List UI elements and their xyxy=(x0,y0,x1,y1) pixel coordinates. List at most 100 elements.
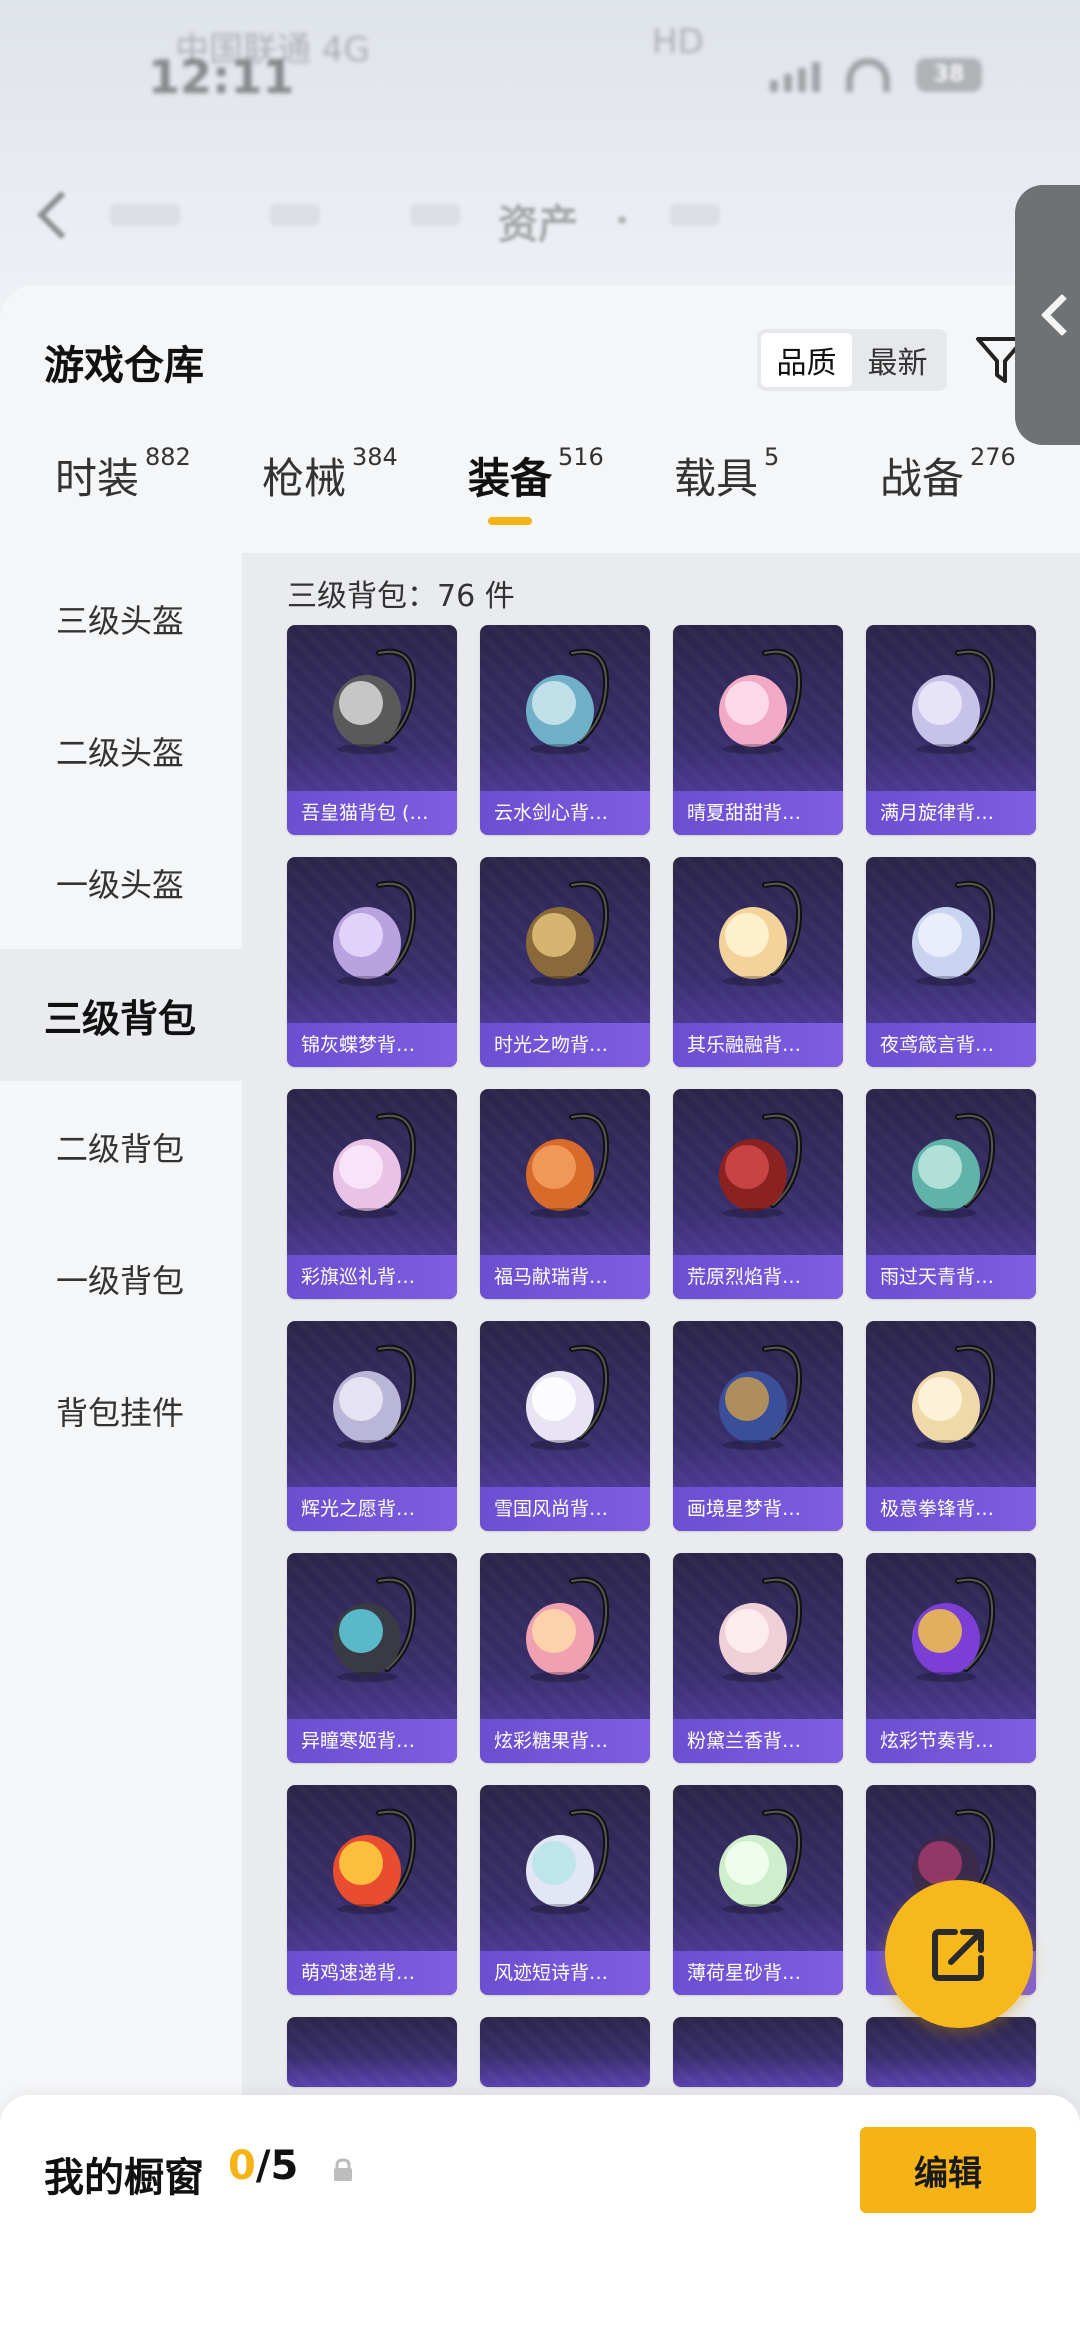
item-card[interactable]: 雪国风尚背… xyxy=(480,1321,650,1531)
tab-count: 276 xyxy=(970,443,1016,471)
item-name: 彩旗巡礼背… xyxy=(287,1255,457,1299)
item-card[interactable]: 晴夏甜甜背… xyxy=(673,625,843,835)
item-card[interactable]: 锦灰蝶梦背… xyxy=(287,857,457,1067)
tab-count: 516 xyxy=(558,443,604,471)
item-card[interactable]: 其乐融融背… xyxy=(673,857,843,1067)
tab-equipment[interactable]: 装备 516 xyxy=(468,443,604,525)
nav-title: 资产 xyxy=(498,202,578,248)
item-card[interactable]: 云水剑心背… xyxy=(480,625,650,835)
item-name: 风迹短诗背… xyxy=(480,1951,650,1995)
warehouse-sheet: 游戏仓库 品质 最新 时装 882 枪械 384 装备 516 载具 5 战备 … xyxy=(0,285,1080,2341)
item-name: 夜鸢箴言背… xyxy=(866,1023,1036,1067)
item-card-partial[interactable] xyxy=(287,2017,457,2087)
lock-icon xyxy=(334,2158,352,2181)
sidebar-item-lv1-backpack[interactable]: 一级背包 xyxy=(0,1213,242,1345)
showcase-label: 我的橱窗 xyxy=(44,2155,204,2201)
backpack-thumbnail xyxy=(333,648,417,754)
backpack-thumbnail xyxy=(912,1344,996,1450)
signal-icon xyxy=(770,62,820,92)
item-card[interactable]: 福马献瑞背… xyxy=(480,1089,650,1299)
nav-bar: 资产 xyxy=(0,170,1080,270)
subcategory-sidebar: 三级头盔 二级头盔 一级头盔 三级背包 二级背包 一级背包 背包挂件 xyxy=(0,553,242,2341)
active-tab-indicator xyxy=(488,517,532,525)
tab-count: 5 xyxy=(764,443,780,471)
sort-option-newest[interactable]: 最新 xyxy=(852,333,943,387)
item-card[interactable]: 异瞳寒姬背… xyxy=(287,1553,457,1763)
item-card[interactable]: 雨过天青背… xyxy=(866,1089,1036,1299)
item-name: 粉黛兰香背… xyxy=(673,1719,843,1763)
item-card-partial[interactable] xyxy=(673,2017,843,2087)
item-card[interactable]: 极意拳锋背… xyxy=(866,1321,1036,1531)
item-name: 雨过天青背… xyxy=(866,1255,1036,1299)
backpack-thumbnail xyxy=(333,1808,417,1914)
carrier-hd-label: HD xyxy=(652,22,704,62)
item-name: 锦灰蝶梦背… xyxy=(287,1023,457,1067)
tab-label: 装备 xyxy=(468,454,553,503)
item-card[interactable]: 炫彩糖果背… xyxy=(480,1553,650,1763)
backpack-thumbnail xyxy=(719,1344,803,1450)
tab-count: 882 xyxy=(145,443,191,471)
item-name: 云水剑心背… xyxy=(480,791,650,835)
item-name: 画境星梦背… xyxy=(673,1487,843,1531)
tab-firearms[interactable]: 枪械 384 xyxy=(262,443,398,506)
item-card[interactable]: 荒原烈焰背… xyxy=(673,1089,843,1299)
sidebar-item-lv3-backpack[interactable]: 三级背包 xyxy=(0,949,242,1081)
item-grid: 三级背包：76 件 吾皇猫背包 (… 云水剑心背… 晴夏甜甜背… 满月旋律背… 锦灰蝶梦… xyxy=(242,553,1080,2341)
item-name: 满月旋律背… xyxy=(866,791,1036,835)
share-button[interactable] xyxy=(885,1880,1033,2028)
item-card[interactable]: 薄荷星砂背… xyxy=(673,1785,843,1995)
blurred-background: 中国联通 4G HD 12:11 38 资产 xyxy=(0,0,1080,300)
item-card[interactable]: 夜鸢箴言背… xyxy=(866,857,1036,1067)
tab-combat-prep[interactable]: 战备 276 xyxy=(880,443,1016,506)
chevron-left-icon xyxy=(1040,293,1080,337)
backpack-thumbnail xyxy=(526,1112,610,1218)
backpack-thumbnail xyxy=(912,648,996,754)
item-card[interactable]: 粉黛兰香背… xyxy=(673,1553,843,1763)
sort-toggle: 品质 最新 xyxy=(757,329,947,391)
sidebar-item-lv1-helmet[interactable]: 一级头盔 xyxy=(0,817,242,949)
category-tabs: 时装 882 枪械 384 装备 516 载具 5 战备 276 xyxy=(0,443,1080,545)
sort-option-quality[interactable]: 品质 xyxy=(761,333,852,387)
tab-label: 战备 xyxy=(880,454,965,503)
item-name: 荒原烈焰背… xyxy=(673,1255,843,1299)
item-card[interactable]: 炫彩节奏背… xyxy=(866,1553,1036,1763)
item-name: 雪国风尚背… xyxy=(480,1487,650,1531)
tab-fashion[interactable]: 时装 882 xyxy=(55,443,191,506)
item-card[interactable]: 时光之吻背… xyxy=(480,857,650,1067)
share-export-icon xyxy=(932,1929,984,1981)
item-card[interactable]: 风迹短诗背… xyxy=(480,1785,650,1995)
item-card[interactable]: 萌鸡速递背… xyxy=(287,1785,457,1995)
item-card[interactable]: 满月旋律背… xyxy=(866,625,1036,835)
nav-dot xyxy=(618,216,626,224)
backpack-thumbnail xyxy=(719,880,803,986)
chevron-left-icon[interactable] xyxy=(36,190,86,240)
backpack-thumbnail xyxy=(719,1808,803,1914)
backpack-thumbnail xyxy=(719,1576,803,1682)
side-drawer-handle[interactable] xyxy=(1015,185,1080,445)
sidebar-item-backpack-charm[interactable]: 背包挂件 xyxy=(0,1345,242,1477)
tab-vehicles[interactable]: 载具 5 xyxy=(674,443,780,506)
item-card[interactable]: 彩旗巡礼背… xyxy=(287,1089,457,1299)
item-card-partial[interactable] xyxy=(480,2017,650,2087)
item-card[interactable]: 辉光之愿背… xyxy=(287,1321,457,1531)
status-time: 12:11 xyxy=(148,50,295,104)
status-bar: 中国联通 4G HD 12:11 38 xyxy=(0,0,1080,120)
item-name: 极意拳锋背… xyxy=(866,1487,1036,1531)
showcase-current: 0 xyxy=(228,2143,256,2189)
edit-button[interactable]: 编辑 xyxy=(860,2127,1036,2213)
item-name: 萌鸡速递背… xyxy=(287,1951,457,1995)
item-name: 时光之吻背… xyxy=(480,1023,650,1067)
item-card[interactable]: 吾皇猫背包 (… xyxy=(287,625,457,835)
item-name: 吾皇猫背包 (… xyxy=(287,791,457,835)
sidebar-item-lv2-helmet[interactable]: 二级头盔 xyxy=(0,685,242,817)
sidebar-item-lv3-helmet[interactable]: 三级头盔 xyxy=(0,553,242,685)
backpack-thumbnail xyxy=(526,880,610,986)
backpack-thumbnail xyxy=(333,1576,417,1682)
tab-count: 384 xyxy=(352,443,398,471)
backpack-thumbnail xyxy=(333,1344,417,1450)
item-name: 福马献瑞背… xyxy=(480,1255,650,1299)
sidebar-item-lv2-backpack[interactable]: 二级背包 xyxy=(0,1081,242,1213)
backpack-thumbnail xyxy=(526,1344,610,1450)
backpack-thumbnail xyxy=(526,648,610,754)
item-card[interactable]: 画境星梦背… xyxy=(673,1321,843,1531)
